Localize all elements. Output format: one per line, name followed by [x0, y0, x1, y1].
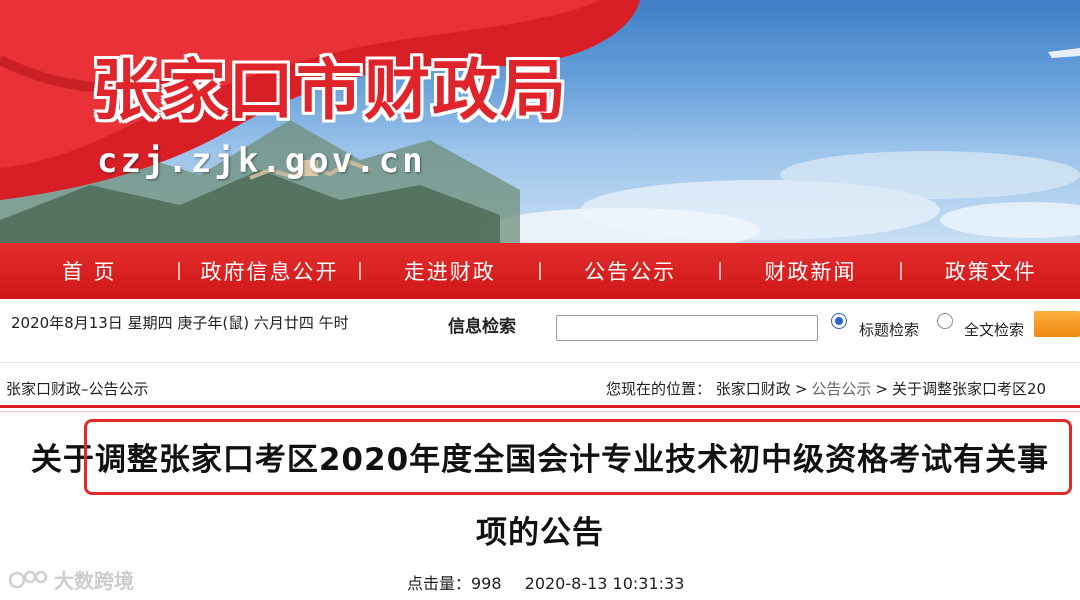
section-title: 张家口财政–公告公示: [6, 380, 149, 398]
main-nav: 首 页 政府信息公开 走进财政 公告公示 财政新闻 政策文件: [0, 243, 1080, 299]
watermark-logo-icon: [8, 570, 48, 588]
article-hits: 点击量：998: [407, 574, 502, 593]
breadcrumb-arrow-icon: >: [875, 380, 888, 398]
site-domain: czj.zjk.gov.cn: [97, 141, 426, 181]
search-label: 信息检索: [448, 317, 516, 337]
search-button[interactable]: [1034, 311, 1080, 337]
breadcrumb-home[interactable]: 张家口财政: [716, 380, 791, 398]
nav-policy-docs[interactable]: 政策文件: [902, 256, 1080, 286]
article-meta: 点击量：998 2020-8-13 10:31:33: [407, 570, 702, 594]
radio-fulltext-search[interactable]: [937, 313, 953, 329]
breadcrumb: 您现在的位置： 张家口财政 > 公告公示 > 关于调整张家口考区20: [606, 378, 1046, 399]
current-date: 2020年8月13日 星期四 庚子年(鼠) 六月廿四 午时: [11, 314, 349, 332]
location-bar: 张家口财政–公告公示 您现在的位置： 张家口财政 > 公告公示 > 关于调整张家口考区2…: [0, 364, 1080, 408]
watermark-text: 大数跨境: [54, 569, 134, 593]
divider: [0, 411, 1080, 412]
nav-gov-info[interactable]: 政府信息公开: [180, 256, 358, 286]
search-input[interactable]: [556, 315, 818, 341]
radio-title-search-label: 标题检索: [859, 321, 920, 339]
article-title-line2: 项的公告: [476, 515, 604, 551]
radio-fulltext-search-label: 全文检索: [964, 321, 1025, 339]
breadcrumb-announcements[interactable]: 公告公示: [811, 380, 871, 398]
nav-announcements[interactable]: 公告公示: [541, 256, 719, 286]
watermark: 大数跨境: [8, 565, 134, 594]
article-title-line1: 关于调整张家口考区2020年度全国会计专业技术初中级资格考试有关事: [30, 442, 1050, 478]
site-title: 张家口市财政局: [92, 52, 568, 129]
breadcrumb-prefix: 您现在的位置：: [606, 380, 712, 398]
article-datetime: 2020-8-13 10:31:33: [524, 574, 685, 593]
nav-finance-news[interactable]: 财政新闻: [721, 256, 899, 286]
nav-about-finance[interactable]: 走进财政: [361, 256, 539, 286]
breadcrumb-current: 关于调整张家口考区20: [891, 380, 1047, 398]
nav-home[interactable]: 首 页: [0, 256, 178, 286]
info-search-bar: 2020年8月13日 星期四 庚子年(鼠) 六月廿四 午时 信息检索 标题检索 …: [0, 299, 1080, 363]
radio-title-search[interactable]: [831, 313, 847, 329]
breadcrumb-arrow-icon: >: [794, 380, 808, 398]
header-banner: 张家口市财政局 czj.zjk.gov.cn: [0, 0, 1080, 243]
